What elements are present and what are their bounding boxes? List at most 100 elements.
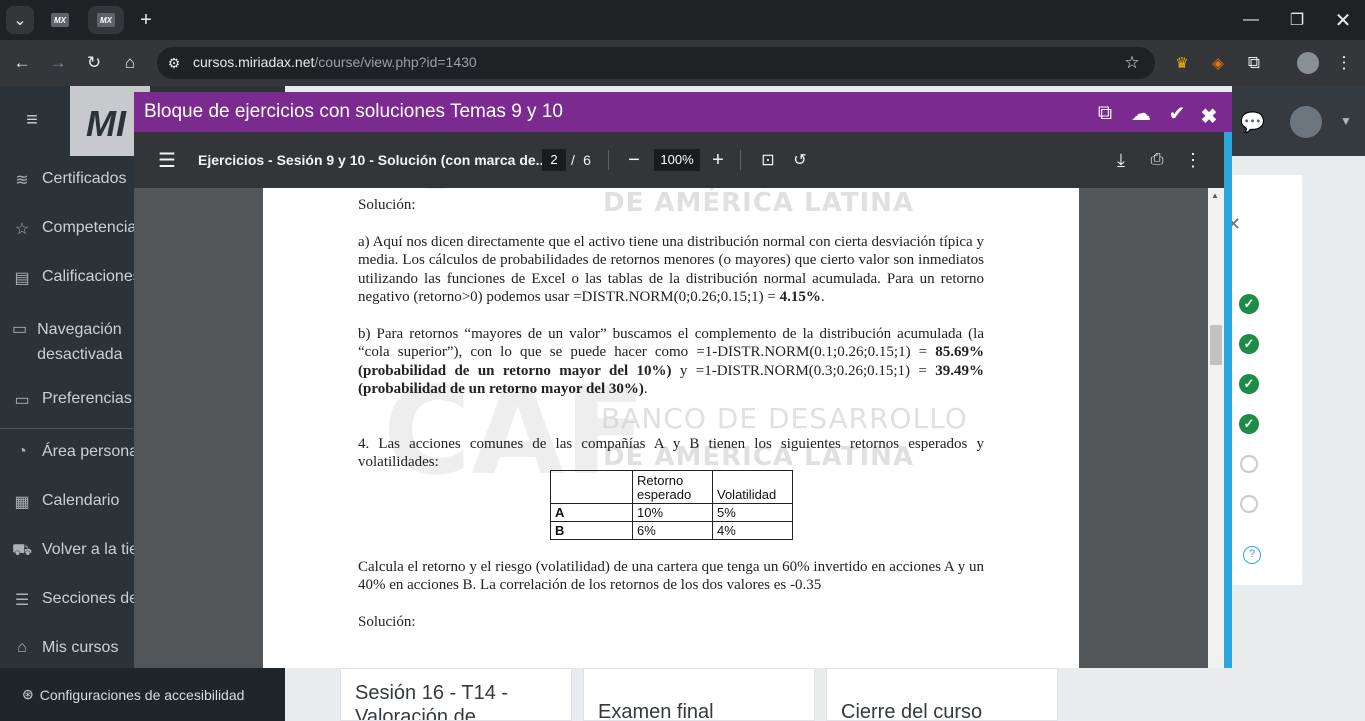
table-header-row: Retorno esperado Volatilidad <box>550 470 793 504</box>
paragraph-a-text: a) Aquí nos dicen directamente que el ac… <box>358 234 984 305</box>
sidebar-item-competencias[interactable]: ☆ Competencias <box>12 219 144 239</box>
tab-favicon: MX <box>51 13 69 27</box>
scroll-up-arrow-icon[interactable]: ▲ <box>1211 191 1219 200</box>
new-tab-button[interactable]: + <box>134 6 158 34</box>
profile-avatar-icon[interactable] <box>1294 49 1322 77</box>
close-modal-icon[interactable]: ✖ <box>1196 103 1222 129</box>
browser-tab-2[interactable]: MX <box>88 6 124 34</box>
page-separator: / <box>571 152 575 168</box>
modal-title: Bloque de ejercicios con soluciones Tema… <box>144 101 563 122</box>
pdf-page: CAF DE AMÉRICA LATINA CAF BANCO DE DESAR… <box>263 188 1079 668</box>
browser-tab-bar: ⌄ MX MX + — ❐ ✕ <box>0 0 1365 40</box>
sidebar-item-label: Mis cursos <box>42 639 119 656</box>
sidebar-item-calendario[interactable]: ▦ Calendario <box>12 492 119 512</box>
table-cell: 5% <box>712 503 793 522</box>
question-4: 4. Las acciones comunes de las compañías… <box>358 436 984 471</box>
minimize-icon[interactable]: — <box>1228 0 1274 40</box>
user-avatar[interactable] <box>1290 106 1322 138</box>
site-info-icon[interactable]: ⚙ <box>160 49 188 77</box>
sidebar-item-calificaciones[interactable]: ▤ Calificaciones <box>12 268 140 288</box>
forward-icon[interactable]: → <box>44 49 72 77</box>
sidebar-item-label: Competencias <box>42 219 145 236</box>
close-window-icon[interactable]: ✕ <box>1320 0 1365 40</box>
sidebar-item-area-personal[interactable]: ◔ Área personal <box>12 443 142 461</box>
url-text[interactable]: cursos.miriadax.net/course/view.php?id=1… <box>193 54 477 70</box>
check-circle-icon[interactable]: ✔ <box>1164 100 1190 126</box>
url-host: cursos.miriadax.net <box>193 54 315 70</box>
print-icon[interactable]: ⎙ <box>1144 147 1170 173</box>
toolbar-divider <box>608 150 609 170</box>
crown-extension-icon[interactable]: ♛ <box>1168 49 1196 77</box>
page-number-input[interactable]: 2 <box>542 149 566 171</box>
rotate-icon[interactable]: ↺ <box>788 147 812 173</box>
paragraph-b: b) Para retornos “mayores de un valor” b… <box>358 326 984 397</box>
chevron-down-icon[interactable]: ▼ <box>1340 114 1352 128</box>
sidebar-item-label: Área personal <box>42 443 142 460</box>
modal-accent-edge <box>1224 132 1232 668</box>
layers-icon: ≋ <box>15 172 29 189</box>
sidebar-item-preferencias[interactable]: ▭ Preferencias <box>12 390 132 410</box>
cloud-download-icon[interactable]: ☁ <box>1128 100 1154 126</box>
book-icon: ▤ <box>14 270 30 287</box>
pdf-menu-icon[interactable]: ☰ <box>154 147 180 173</box>
page-total: 6 <box>583 152 591 168</box>
tab-search-button[interactable]: ⌄ <box>6 6 34 34</box>
sidebar-item-mis-cursos[interactable]: ⌂ Mis cursos <box>12 639 118 657</box>
zoom-in-icon[interactable]: + <box>706 147 730 173</box>
graduation-icon: ⌂ <box>17 639 27 656</box>
home-icon[interactable]: ⌂ <box>116 49 144 77</box>
sidebar-item-secciones[interactable]: ☰ Secciones de <box>12 590 138 610</box>
table-cell: 10% <box>632 503 713 522</box>
solucion-heading: Solución: <box>358 197 416 213</box>
more-options-icon[interactable]: ⋮ <box>1180 147 1206 173</box>
sidebar-item-certificados[interactable]: ≋ Certificados <box>12 170 126 190</box>
sidebar-item-navegacion[interactable]: ▭ Navegación desactivada <box>12 317 152 367</box>
accessibility-settings-button[interactable]: ⊛ Configuraciones de accesibilidad <box>0 668 285 721</box>
fit-page-icon[interactable]: ⊡ <box>756 147 780 173</box>
table-row: A 10% 5% <box>550 503 793 522</box>
table-cell: 4% <box>712 521 793 540</box>
section-card-examen[interactable]: Examen final <box>583 668 815 721</box>
table-header-cell: Retorno esperado <box>632 470 713 504</box>
completed-check-icon: ✓ <box>1239 334 1259 354</box>
url-path: /course/view.php?id=1430 <box>314 54 477 70</box>
calc-question: Calcula el retorno y el riesgo (volatili… <box>358 559 984 594</box>
returns-table: Retorno esperado Volatilidad A 10% 5% B … <box>550 470 793 540</box>
completed-check-icon: ✓ <box>1239 374 1259 394</box>
sidebar-item-label: Preferencias <box>42 390 132 407</box>
chat-bubble-icon[interactable]: 💬 <box>1240 110 1265 135</box>
browser-menu-icon[interactable]: ⋮ <box>1330 49 1358 77</box>
toolbar-divider <box>740 150 741 170</box>
copy-icon[interactable]: ⧉ <box>1092 100 1118 126</box>
reload-icon[interactable]: ↻ <box>80 49 108 77</box>
card-title: Cierre del curso <box>841 701 983 721</box>
paragraph-a: a) Aquí nos dicen directamente que el ac… <box>358 234 984 305</box>
browser-tab-1[interactable]: MX <box>42 6 78 34</box>
bookmark-star-icon[interactable]: ☆ <box>1118 49 1146 77</box>
section-card-sesion16[interactable]: Sesión 16 - T14 - Valoración de <box>340 668 572 721</box>
watermark-text: BANCO DE DESARROLLO <box>601 402 968 435</box>
pending-circle-icon <box>1240 455 1258 473</box>
download-icon[interactable]: ⤓ <box>1108 147 1134 173</box>
solucion-heading-2: Solución: <box>358 614 416 630</box>
zoom-input[interactable]: 100% <box>654 149 700 171</box>
pdf-scrollbar[interactable] <box>1208 188 1224 668</box>
zoom-out-icon[interactable]: − <box>622 147 646 173</box>
star-icon: ☆ <box>14 221 30 238</box>
extension-icon[interactable]: ◈ <box>1204 49 1232 77</box>
accessibility-icon: ⊛ <box>22 686 34 702</box>
table-cell: B <box>550 521 633 540</box>
section-card-cierre[interactable]: Cierre del curso <box>826 668 1058 721</box>
site-logo[interactable]: MI <box>86 103 126 145</box>
back-icon[interactable]: ← <box>8 49 36 77</box>
hamburger-menu-icon[interactable]: ≡ <box>18 106 46 134</box>
help-icon[interactable]: ? <box>1243 546 1261 564</box>
sidebar-item-label: Certificados <box>42 170 127 187</box>
puzzle-extensions-icon[interactable]: ⧉ <box>1240 49 1268 77</box>
scrollbar-thumb[interactable] <box>1210 325 1222 365</box>
paragraph-b-mid: y =1-DISTR.NORM(0.3;0.26;0.15;1) = <box>671 362 927 379</box>
restore-icon[interactable]: ❐ <box>1274 0 1320 40</box>
table-header-cell: Volatilidad <box>712 470 793 504</box>
table-cell: 6% <box>632 521 713 540</box>
sidebar-item-label: Secciones de <box>42 590 139 607</box>
